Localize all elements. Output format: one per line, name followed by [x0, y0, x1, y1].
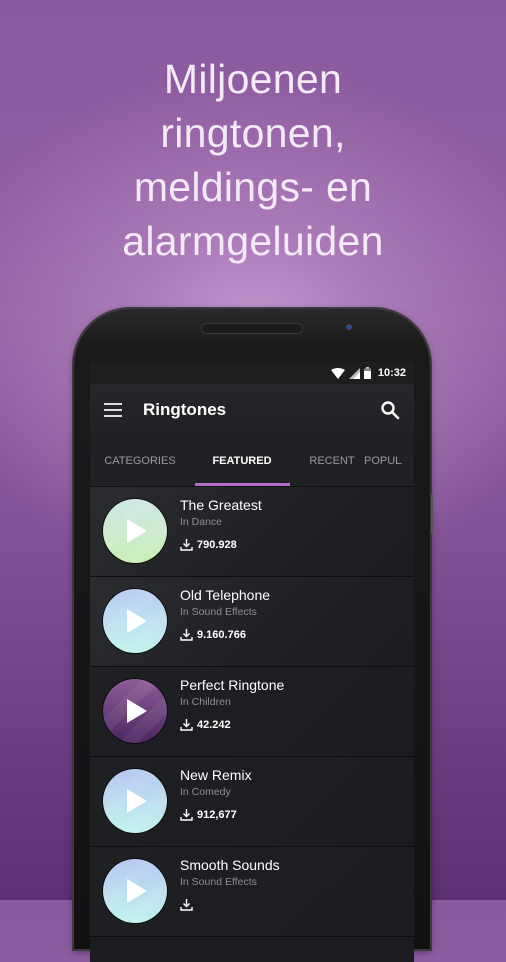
play-button[interactable] — [103, 589, 167, 653]
headline-line: alarmgeluiden — [122, 218, 384, 264]
download-count-value: 790.928 — [197, 538, 237, 551]
menu-icon[interactable] — [104, 403, 122, 417]
ringtone-title: Perfect Ringtone — [180, 677, 285, 693]
headline-line: ringtonen, — [160, 110, 346, 156]
speaker-grille — [201, 323, 303, 334]
ringtone-row[interactable]: Perfect Ringtone In Children 42.242 — [90, 667, 414, 757]
play-icon — [127, 789, 147, 813]
ringtone-category: In Sound Effects — [180, 876, 257, 888]
ringtone-title: New Remix — [180, 767, 252, 783]
tab-bar: CATEGORIES FEATURED RECENT POPULAR — [90, 436, 414, 487]
tab-featured[interactable]: FEATURED — [192, 455, 292, 467]
phone-screen: 10:32 Ringtones CATEGORIES FEATURED RECE… — [90, 362, 414, 962]
download-count: 42.242 — [180, 718, 284, 731]
ringtone-category: In Sound Effects — [180, 606, 257, 618]
play-button[interactable] — [103, 499, 167, 563]
play-button[interactable] — [103, 679, 167, 743]
status-time: 10:32 — [377, 367, 406, 379]
ringtone-category: In Dance — [180, 516, 223, 528]
play-icon — [127, 879, 147, 903]
download-icon — [180, 719, 193, 731]
ringtone-title: Old Telephone — [180, 587, 271, 603]
active-tab-indicator — [195, 483, 290, 486]
download-count-value: 912,677 — [197, 808, 237, 821]
download-count-value: 42.242 — [197, 718, 231, 731]
download-icon — [180, 809, 193, 821]
download-icon — [180, 629, 193, 641]
play-icon — [127, 699, 147, 723]
download-count: 790.928 — [180, 538, 262, 551]
headline-line: Miljoenen — [163, 56, 343, 102]
ringtone-list: The Greatest In Dance 790.928 Old Teleph… — [90, 487, 414, 937]
headline: Miljoenen ringtonen, meldings- en alarmg… — [0, 52, 506, 268]
ringtone-row[interactable]: New Remix In Comedy 912,677 — [90, 757, 414, 847]
headline-line: meldings- en — [133, 164, 373, 210]
ringtone-row[interactable]: Old Telephone In Sound Effects 9.160.766 — [90, 577, 414, 667]
play-icon — [127, 609, 147, 633]
download-icon — [180, 539, 193, 551]
app-bar: Ringtones — [90, 384, 414, 436]
ringtone-title: Smooth Sounds — [180, 857, 280, 873]
ringtone-category: In Comedy — [180, 786, 231, 798]
app-title: Ringtones — [143, 400, 227, 419]
download-count-value: 9.160.766 — [197, 628, 246, 641]
signal-icon — [348, 367, 360, 379]
tab-popular[interactable]: POPULAR — [364, 455, 402, 467]
ringtone-row[interactable]: Smooth Sounds In Sound Effects — [90, 847, 414, 937]
tab-categories[interactable]: CATEGORIES — [90, 455, 190, 467]
play-button[interactable] — [103, 859, 167, 923]
play-button[interactable] — [103, 769, 167, 833]
ringtone-category: In Children — [180, 696, 231, 708]
wifi-icon — [330, 367, 345, 379]
download-count: 912,677 — [180, 808, 252, 821]
battery-icon — [363, 367, 371, 379]
status-bar: 10:32 — [90, 362, 414, 384]
search-icon[interactable] — [380, 400, 400, 420]
phone-frame: 10:32 Ringtones CATEGORIES FEATURED RECE… — [74, 309, 433, 962]
download-count: 9.160.766 — [180, 628, 270, 641]
ringtone-title: The Greatest — [180, 497, 262, 513]
front-camera — [346, 324, 352, 330]
ringtone-row[interactable]: The Greatest In Dance 790.928 — [90, 487, 414, 577]
play-icon — [127, 519, 147, 543]
